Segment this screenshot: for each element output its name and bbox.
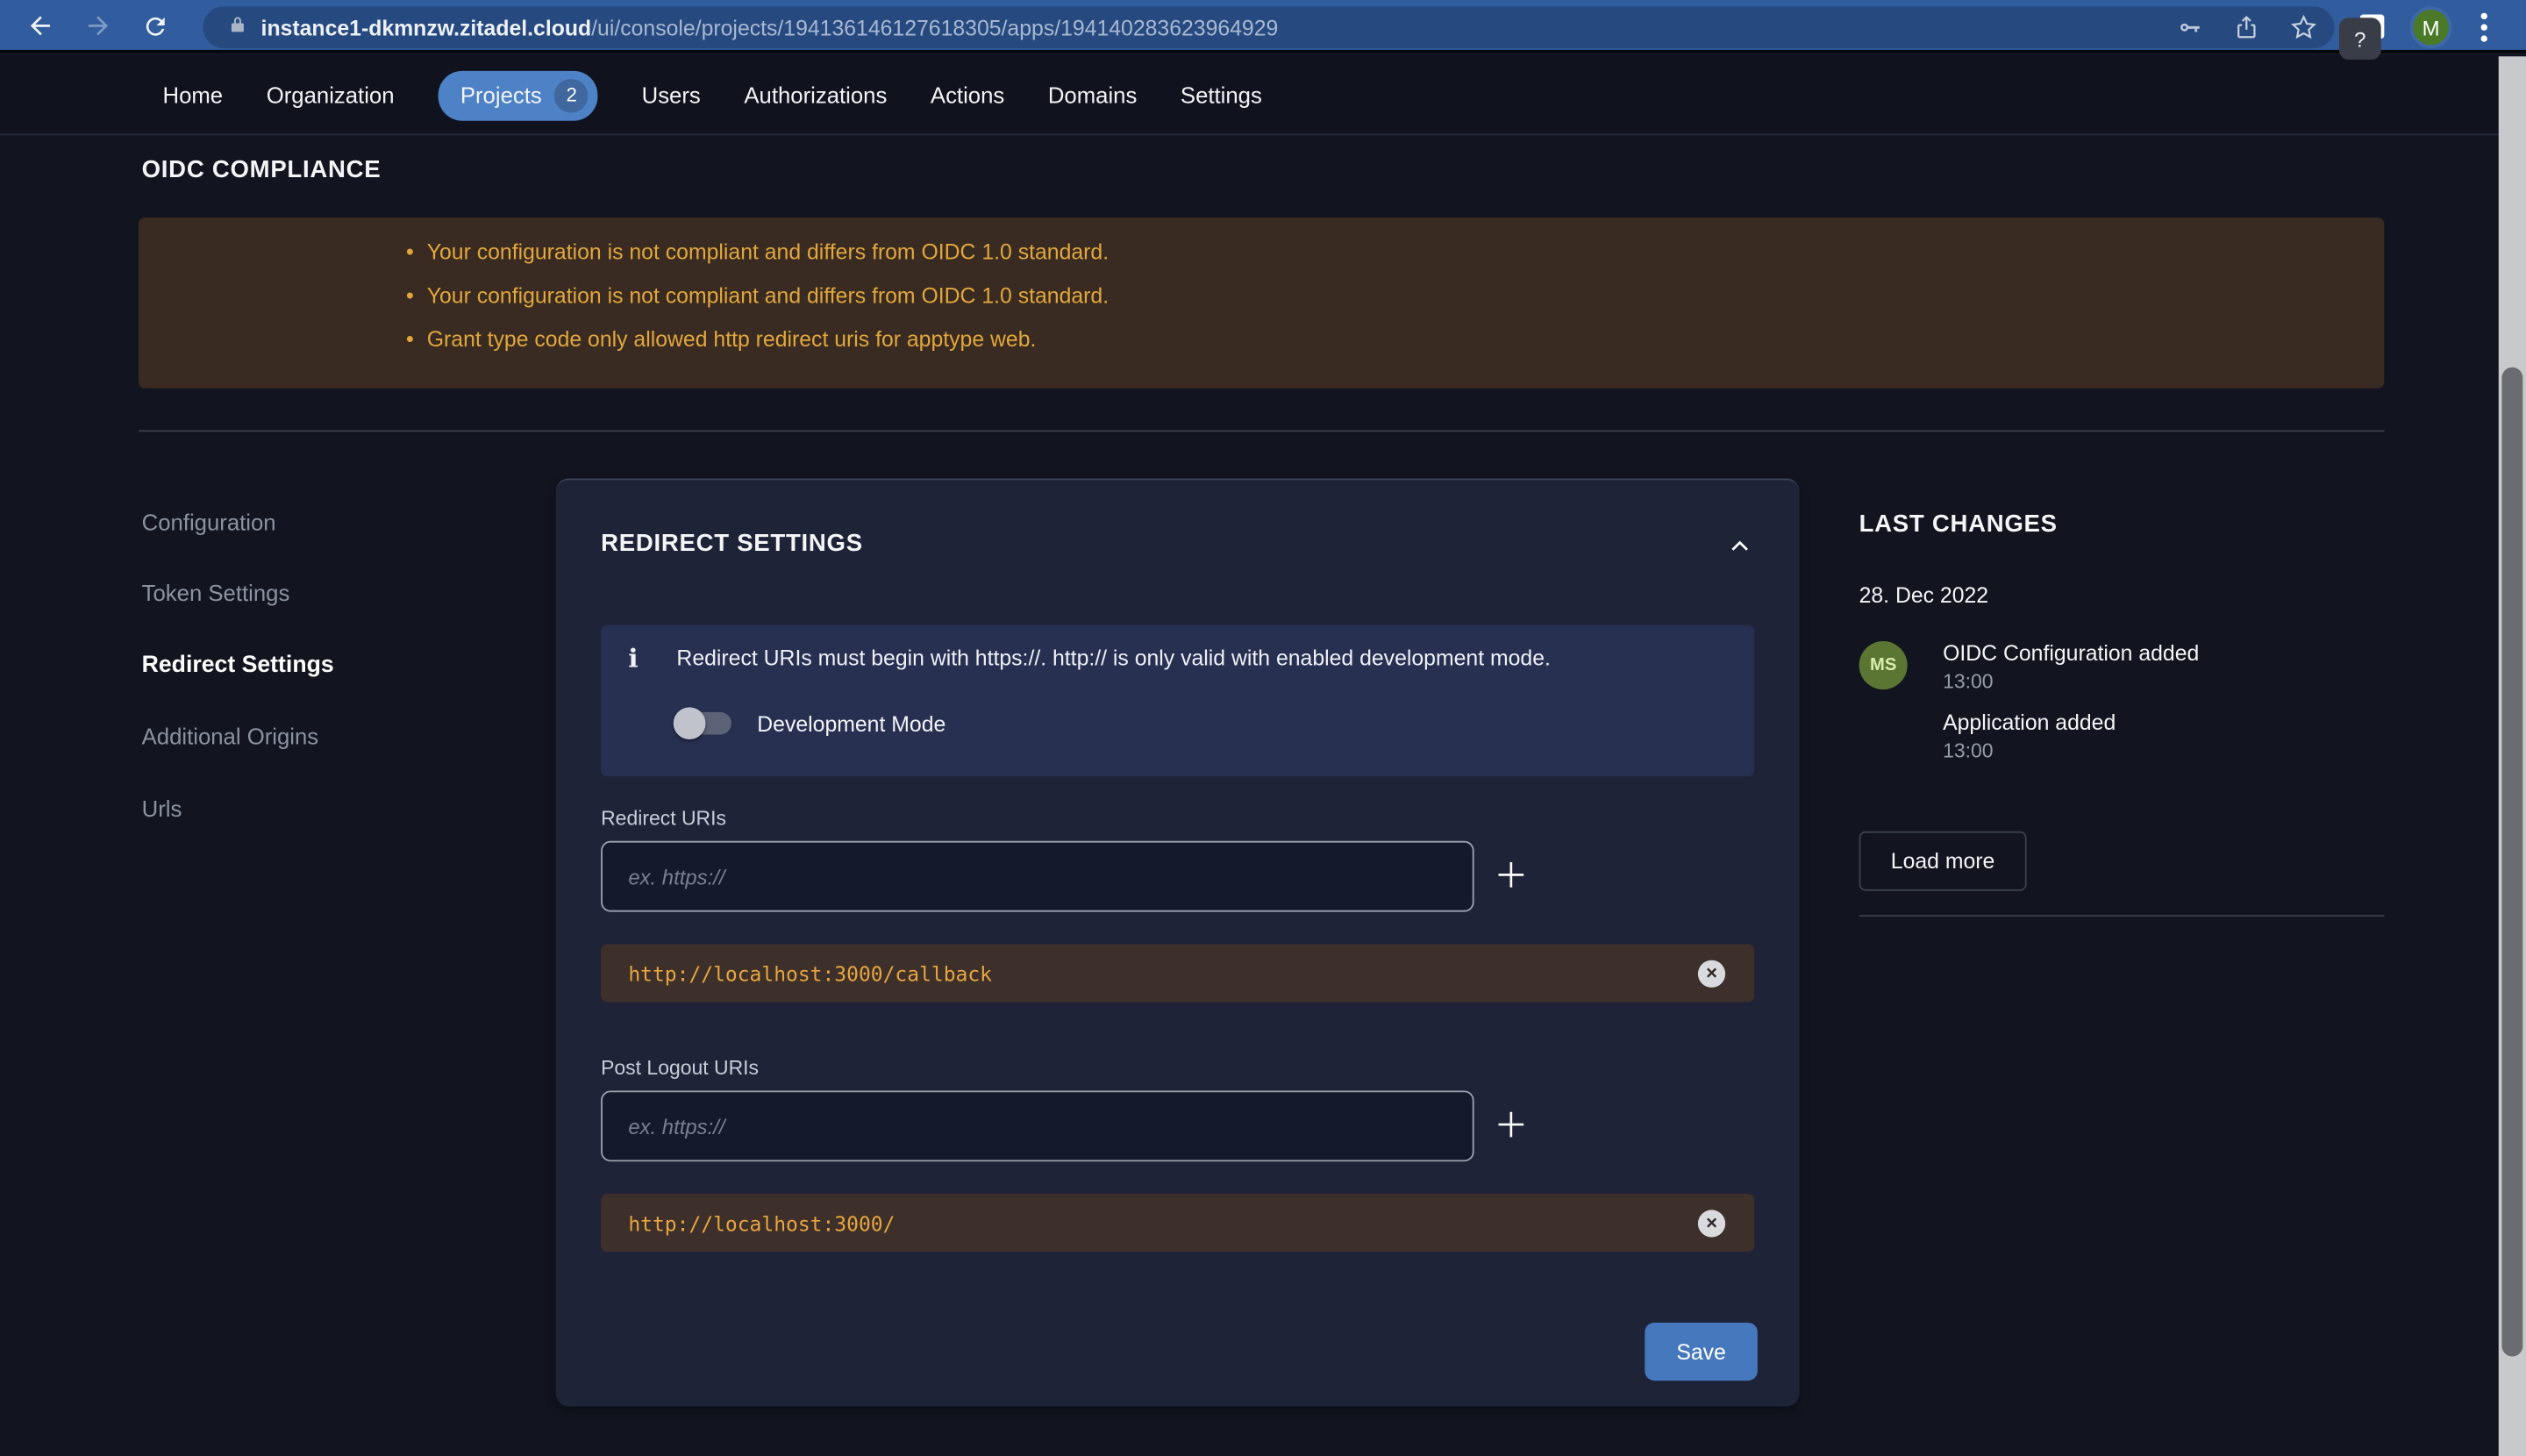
post-logout-uri-input[interactable] <box>601 1090 1474 1162</box>
help-button[interactable]: ? <box>2338 18 2381 60</box>
bullet-icon: • <box>405 325 414 352</box>
warning-text: Your configuration is not compliant and … <box>426 283 1110 308</box>
back-icon[interactable] <box>23 8 58 43</box>
redirect-uris-label: Redirect URIs <box>601 807 726 830</box>
info-text: Redirect URIs must begin with https://. … <box>676 646 1551 671</box>
tab-actions[interactable]: Actions <box>931 82 1004 108</box>
redirect-settings-card: REDIRECT SETTINGS i Redirect URIs must b… <box>555 478 1800 1407</box>
warning-item: • Your configuration is not compliant an… <box>406 239 1109 282</box>
share-icon[interactable] <box>2233 13 2262 42</box>
last-changes-title: LAST CHANGES <box>1859 510 2058 539</box>
address-bar[interactable]: instance1-dkmnzw.zitadel.cloud/ui/consol… <box>203 6 2335 49</box>
tab-home[interactable]: Home <box>163 82 224 108</box>
bullet-icon: • <box>405 282 414 308</box>
last-changes-panel: LAST CHANGES 28. Dec 2022 MS OIDC Config… <box>1859 510 2385 891</box>
collapse-chevron-icon[interactable] <box>1725 532 1754 560</box>
warning-item: • Your configuration is not compliant an… <box>406 282 1109 325</box>
tab-authorizations[interactable]: Authorizations <box>744 82 887 108</box>
change-entry-label: Application added <box>1943 710 2116 735</box>
user-avatar: MS <box>1859 641 1908 690</box>
redirect-uri-value: http://localhost:3000/callback <box>628 960 993 986</box>
tab-users[interactable]: Users <box>642 82 701 108</box>
warning-item: • Grant type code only allowed http redi… <box>406 325 1109 369</box>
reload-icon[interactable] <box>137 8 172 43</box>
save-button[interactable]: Save <box>1645 1322 1758 1381</box>
sidebar-item-urls[interactable]: Urls <box>142 796 182 821</box>
post-logout-uris-label: Post Logout URIs <box>601 1056 760 1080</box>
sidebar-item-redirect-settings[interactable]: Redirect Settings <box>142 653 334 678</box>
sidebar-item-configuration[interactable]: Configuration <box>142 509 276 534</box>
redirect-uri-input[interactable] <box>601 840 1474 912</box>
sidebar-item-token-settings[interactable]: Token Settings <box>142 580 290 605</box>
warning-list: • Your configuration is not compliant an… <box>406 239 1109 369</box>
development-mode-toggle[interactable] <box>673 707 735 740</box>
change-entry-label: OIDC Configuration added <box>1943 641 2200 666</box>
page-scrollbar[interactable] <box>2498 56 2526 1456</box>
add-post-logout-uri-button[interactable] <box>1492 1107 1531 1146</box>
compliance-warning-banner: • Your configuration is not compliant an… <box>138 217 2385 389</box>
url-path: /ui/console/projects/194136146127618305/… <box>591 15 1279 39</box>
lock-icon <box>227 13 256 42</box>
warning-text: Grant type code only allowed http redire… <box>426 326 1037 352</box>
bullet-icon: • <box>405 238 414 265</box>
browser-menu-icon[interactable] <box>2480 12 2487 47</box>
browser-profile-avatar[interactable]: M <box>2409 6 2452 49</box>
info-icon: i <box>628 642 639 674</box>
password-key-icon[interactable] <box>2176 15 2205 44</box>
post-logout-uri-value: http://localhost:3000/ <box>628 1210 896 1235</box>
tab-settings[interactable]: Settings <box>1181 82 1262 108</box>
sidebar-item-additional-origins[interactable]: Additional Origins <box>142 724 319 749</box>
remove-redirect-uri-button[interactable]: × <box>1697 959 1726 987</box>
post-logout-uri-chip: http://localhost:3000/ × <box>601 1194 1755 1253</box>
url-text: instance1-dkmnzw.zitadel.cloud/ui/consol… <box>261 15 1279 39</box>
change-entry-time: 13:00 <box>1943 739 1994 762</box>
remove-post-logout-uri-button[interactable]: × <box>1697 1209 1726 1237</box>
changes-date: 28. Dec 2022 <box>1859 582 1989 608</box>
add-redirect-uri-button[interactable] <box>1492 857 1531 896</box>
scrollbar-thumb[interactable] <box>2501 367 2523 1357</box>
load-more-button[interactable]: Load more <box>1859 831 2027 891</box>
tab-projects[interactable]: Projects 2 <box>438 69 599 120</box>
console-nav: Home Organization Projects 2 Users Autho… <box>0 56 2499 136</box>
tab-domains[interactable]: Domains <box>1048 82 1137 108</box>
bookmark-star-icon[interactable] <box>2289 13 2318 42</box>
tab-projects-label: Projects <box>460 82 542 109</box>
forward-icon[interactable] <box>81 8 116 43</box>
development-mode-label: Development Mode <box>757 711 946 737</box>
redirect-uri-chip: http://localhost:3000/callback × <box>601 944 1755 1003</box>
screen: instance1-dkmnzw.zitadel.cloud/ui/consol… <box>0 0 2526 1456</box>
change-entry-time: 13:00 <box>1943 670 1994 693</box>
url-domain: instance1-dkmnzw.zitadel.cloud <box>260 15 592 39</box>
dev-mode-info-box: i Redirect URIs must begin with https://… <box>601 625 1755 777</box>
browser-chrome: instance1-dkmnzw.zitadel.cloud/ui/consol… <box>0 0 2526 54</box>
changes-divider <box>1859 915 2385 917</box>
tab-organization[interactable]: Organization <box>267 82 395 108</box>
projects-count-badge: 2 <box>554 78 589 112</box>
section-divider <box>138 430 2385 432</box>
card-title: REDIRECT SETTINGS <box>601 530 863 558</box>
page-title: OIDC COMPLIANCE <box>141 156 382 184</box>
warning-text: Your configuration is not compliant and … <box>426 239 1110 265</box>
